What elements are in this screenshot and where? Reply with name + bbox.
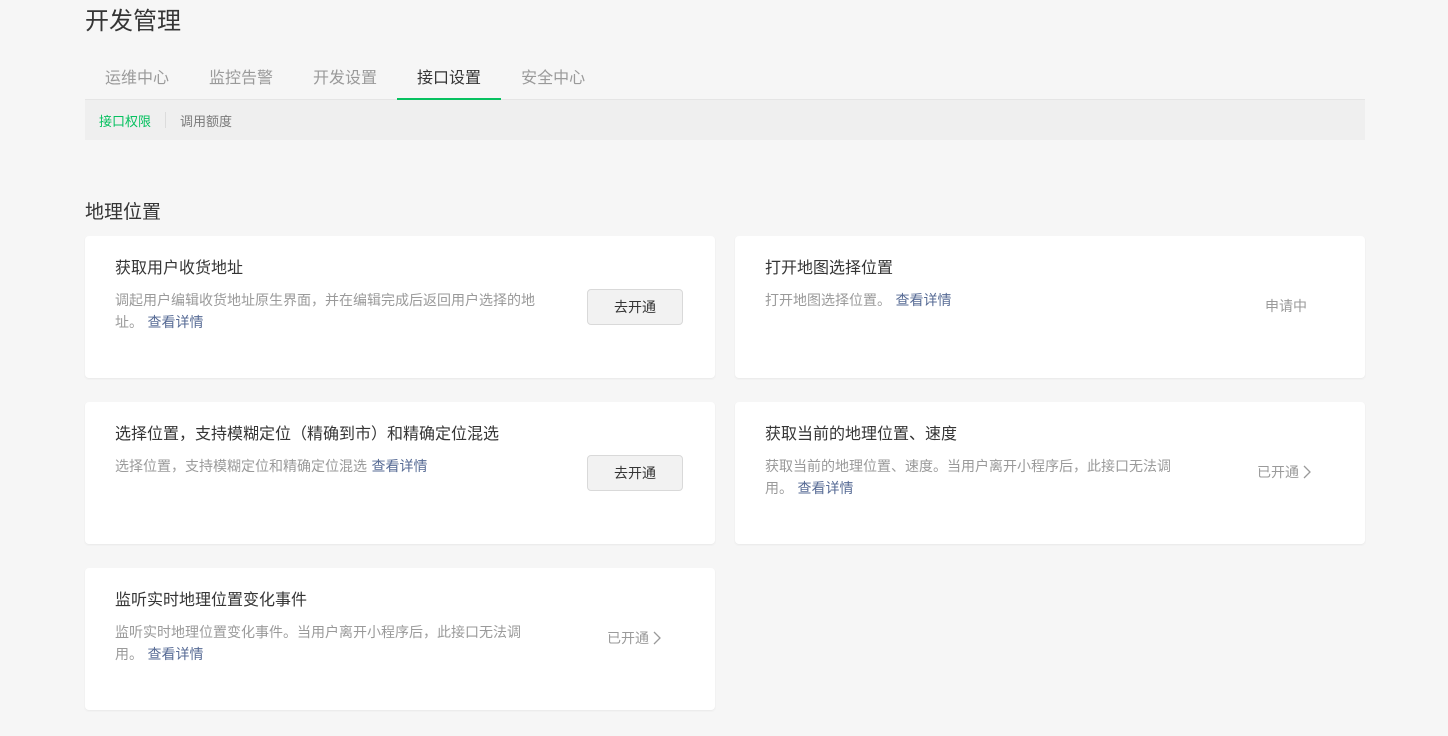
card-description: 打开地图选择位置。 查看详情 bbox=[765, 290, 1195, 312]
subnav-divider bbox=[165, 112, 167, 128]
subnav-call-quota[interactable]: 调用额度 bbox=[180, 111, 232, 130]
card-description: 监听实时地理位置变化事件。当用户离开小程序后，此接口无法调用。 查看详情 bbox=[115, 622, 545, 666]
section-title: 地理位置 bbox=[85, 201, 162, 223]
status-enabled-link[interactable]: 已开通 bbox=[607, 629, 661, 649]
chevron-right-icon bbox=[653, 631, 661, 645]
view-details-link[interactable]: 查看详情 bbox=[147, 315, 203, 331]
chevron-right-icon bbox=[1303, 465, 1311, 479]
view-details-link[interactable]: 查看详情 bbox=[895, 293, 951, 309]
status-enabled-label: 已开通 bbox=[1257, 465, 1299, 481]
sub-nav: 接口权限 调用额度 bbox=[85, 100, 1365, 140]
card-title: 监听实时地理位置变化事件 bbox=[115, 590, 308, 609]
tab-security-center[interactable]: 安全中心 bbox=[501, 58, 605, 100]
card-description: 调起用户编辑收货地址原生界面，并在编辑完成后返回用户选择的地址。 查看详情 bbox=[115, 290, 545, 334]
card-title: 获取当前的地理位置、速度 bbox=[765, 424, 958, 443]
api-card: 选择位置，支持模糊定位（精确到市）和精确定位混选 选择位置，支持模糊定位和精确定… bbox=[85, 402, 715, 544]
api-card: 监听实时地理位置变化事件 监听实时地理位置变化事件。当用户离开小程序后，此接口无… bbox=[85, 568, 715, 710]
card-description: 获取当前的地理位置、速度。当用户离开小程序后，此接口无法调用。 查看详情 bbox=[765, 456, 1195, 500]
view-details-link[interactable]: 查看详情 bbox=[147, 647, 203, 663]
status-pending: 申请中 bbox=[1265, 299, 1307, 315]
card-title: 获取用户收货地址 bbox=[115, 258, 244, 277]
status-enabled-link[interactable]: 已开通 bbox=[1257, 463, 1311, 483]
api-card: 获取用户收货地址 调起用户编辑收货地址原生界面，并在编辑完成后返回用户选择的地址… bbox=[85, 236, 715, 378]
api-card: 打开地图选择位置 打开地图选择位置。 查看详情 申请中 bbox=[735, 236, 1365, 378]
tab-ops-center[interactable]: 运维中心 bbox=[85, 58, 189, 100]
view-details-link[interactable]: 查看详情 bbox=[797, 481, 853, 497]
card-description: 选择位置，支持模糊定位和精确定位混选 查看详情 bbox=[115, 456, 545, 478]
tab-bar: 运维中心 监控告警 开发设置 接口设置 安全中心 bbox=[85, 58, 1365, 100]
tab-api-settings[interactable]: 接口设置 bbox=[397, 58, 502, 100]
tab-monitoring-alerts[interactable]: 监控告警 bbox=[189, 58, 293, 100]
card-title: 选择位置，支持模糊定位（精确到市）和精确定位混选 bbox=[115, 424, 500, 443]
subnav-api-permissions[interactable]: 接口权限 bbox=[99, 111, 151, 130]
tab-dev-settings[interactable]: 开发设置 bbox=[293, 58, 397, 100]
page-title: 开发管理 bbox=[85, 7, 181, 35]
card-description-text: 打开地图选择位置。 bbox=[765, 293, 891, 309]
status-enabled-label: 已开通 bbox=[607, 631, 649, 647]
view-details-link[interactable]: 查看详情 bbox=[371, 459, 427, 475]
card-title: 打开地图选择位置 bbox=[765, 258, 894, 277]
api-card: 获取当前的地理位置、速度 获取当前的地理位置、速度。当用户离开小程序后，此接口无… bbox=[735, 402, 1365, 544]
card-description-text: 选择位置，支持模糊定位和精确定位混选 bbox=[115, 459, 367, 475]
enable-button[interactable]: 去开通 bbox=[587, 289, 683, 325]
enable-button[interactable]: 去开通 bbox=[587, 455, 683, 491]
